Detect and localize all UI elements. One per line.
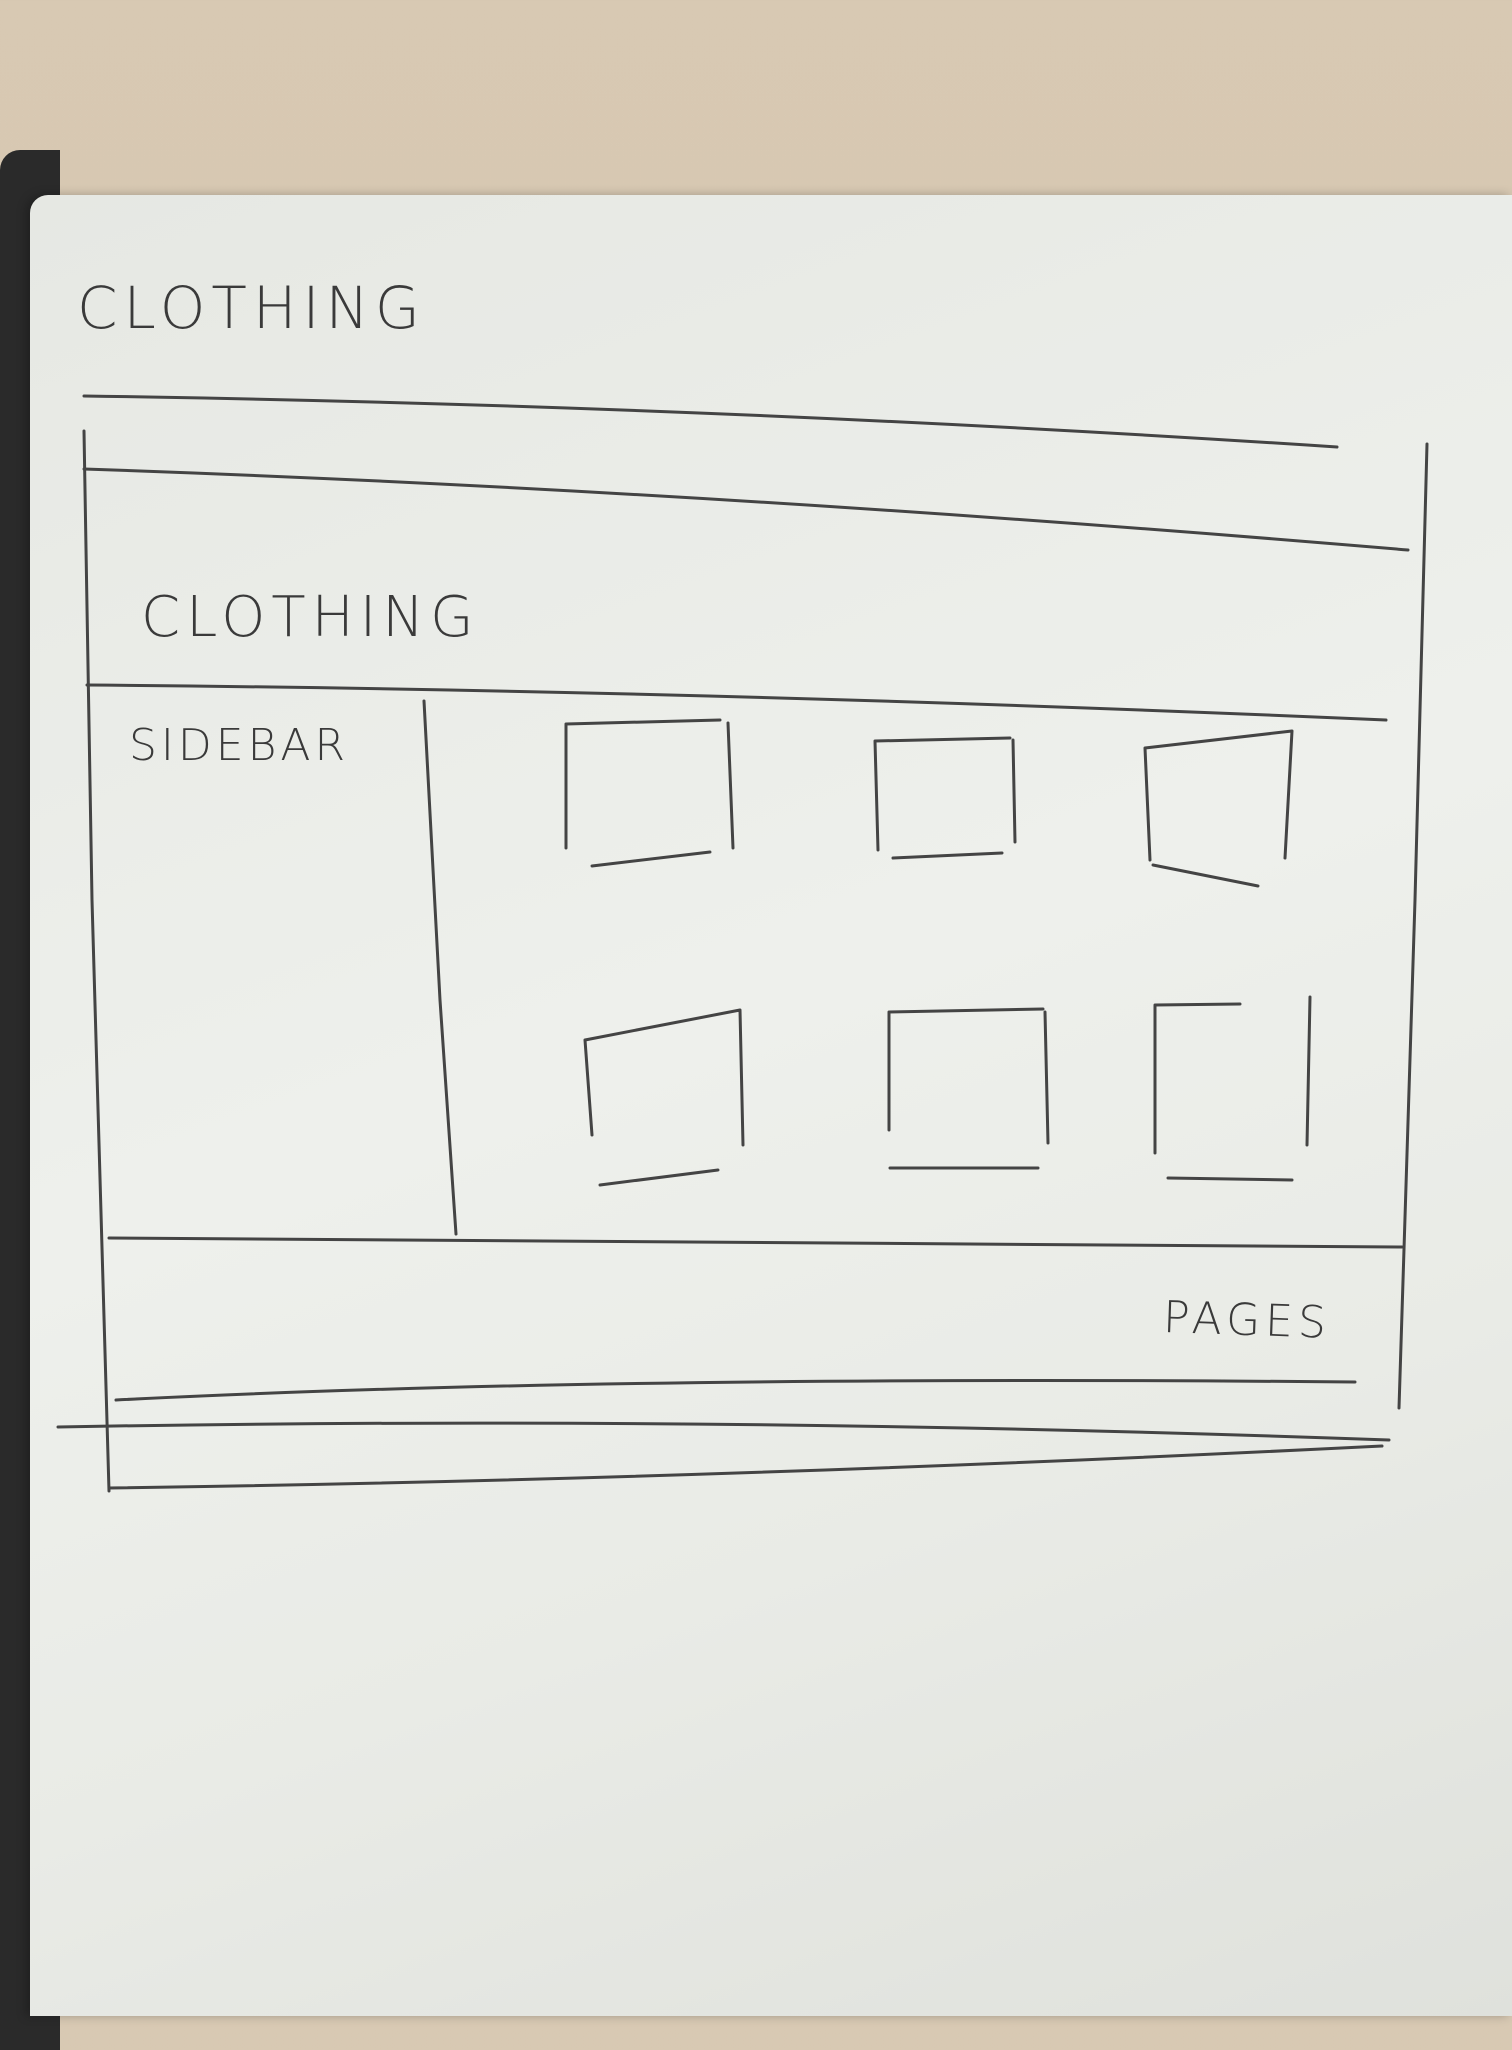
footer-bottom-line [114,1378,1357,1402]
page-title: CLOTHING [77,274,426,342]
pagination-label: PAGES [1162,1292,1332,1349]
product-card-5 [887,1007,1050,1170]
page-bottom-line [107,1444,1384,1490]
product-card-2 [873,736,1017,860]
browser-frame-top [82,467,1410,552]
product-card-1 [564,718,735,868]
browser-frame-right [1397,442,1429,1410]
title-underline [82,394,1339,449]
product-grid [564,718,1312,1187]
browser-frame-left [82,429,111,1493]
footer-divider [107,1236,1404,1249]
sidebar-divider [422,699,458,1236]
sidebar-label: SIDEBAR [129,720,350,771]
header-title: CLOTHING [141,585,480,650]
product-card-3 [1143,729,1294,888]
header-divider [85,683,1388,722]
product-card-4 [583,1008,745,1187]
browser-frame-bottom [56,1421,1391,1442]
product-card-6 [1153,995,1312,1182]
